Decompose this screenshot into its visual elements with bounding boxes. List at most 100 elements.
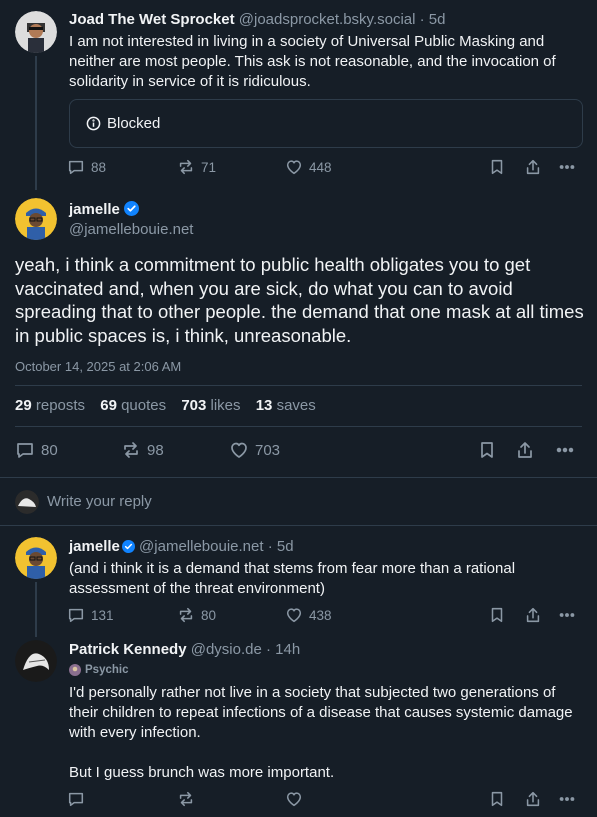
more-icon: [556, 447, 574, 453]
like-icon: [286, 160, 302, 175]
reply-button[interactable]: 80: [15, 440, 58, 460]
saves-stat[interactable]: 13 saves: [256, 397, 316, 414]
reply-button[interactable]: [67, 790, 91, 808]
like-button[interactable]: 703: [229, 440, 280, 460]
author-name[interactable]: jamelle: [69, 538, 120, 555]
label-badge[interactable]: Psychic: [69, 664, 128, 676]
reply-count: 80: [41, 441, 58, 459]
reply-2-header: Patrick Kennedy @dysio.de · 14h: [69, 641, 300, 658]
share-icon: [526, 159, 540, 175]
parent-post-header: Joad The Wet Sprocket @joadsprocket.bsky…: [69, 11, 446, 28]
post-time[interactable]: · 5d: [268, 538, 294, 555]
reply-button[interactable]: 88: [67, 158, 106, 176]
avatar-patrick[interactable]: [15, 640, 57, 682]
bookmark-icon: [491, 607, 503, 623]
reply-1-actions: 131 80 438: [67, 606, 583, 628]
like-count: 448: [309, 159, 332, 175]
label-text: Psychic: [85, 664, 129, 676]
repost-count: 98: [147, 441, 164, 459]
like-icon: [231, 442, 247, 458]
repost-icon: [179, 607, 193, 623]
likes-stat[interactable]: 703 likes: [181, 397, 240, 414]
like-icon: [286, 792, 302, 807]
divider: [0, 525, 597, 526]
more-button[interactable]: [558, 606, 576, 624]
author-handle[interactable]: @jamellebouie.net: [139, 538, 263, 555]
bookmark-button[interactable]: [488, 158, 506, 176]
thread-line: [35, 56, 37, 190]
verified-badge-icon[interactable]: [123, 201, 139, 216]
reply-composer[interactable]: Write your reply: [0, 478, 597, 525]
main-post-text: yeah, i think a commitment to public hea…: [15, 254, 584, 346]
main-post-author: jamelle: [69, 201, 139, 218]
more-button[interactable]: [558, 158, 576, 176]
author-handle[interactable]: @dysio.de: [191, 641, 262, 658]
thread-line: [35, 582, 37, 637]
share-button[interactable]: [515, 440, 535, 460]
parent-post-actions: 88 71 448: [67, 158, 583, 180]
like-button[interactable]: 448: [285, 158, 332, 176]
reply-1-header: jamelle @jamellebouie.net · 5d: [69, 538, 294, 555]
post-time[interactable]: · 14h: [266, 641, 300, 658]
repost-button[interactable]: 80: [177, 606, 216, 624]
main-post-timestamp[interactable]: October 14, 2025 at 2:06 AM: [15, 359, 181, 374]
reply-icon: [68, 160, 84, 175]
reply-input-placeholder[interactable]: Write your reply: [47, 493, 152, 510]
bookmark-icon: [491, 159, 503, 175]
like-button[interactable]: [285, 790, 309, 808]
more-icon: [559, 165, 575, 169]
reply-2-text: I'd personally rather not live in a soci…: [69, 684, 573, 781]
more-icon: [559, 613, 575, 617]
main-post-stats: 29 reposts 69 quotes 703 likes 13 saves: [15, 397, 316, 414]
share-button[interactable]: [524, 158, 542, 176]
author-handle[interactable]: @joadsprocket.bsky.social: [239, 11, 416, 28]
reply-count: 131: [91, 607, 114, 623]
parent-post-text: I am not interested in living in a socie…: [69, 33, 556, 90]
repost-button[interactable]: 98: [121, 440, 164, 460]
bookmark-icon: [481, 442, 493, 458]
reply-1-text: (and i think it is a demand that stems f…: [69, 560, 516, 597]
repost-count: 71: [201, 159, 217, 175]
divider: [15, 385, 582, 386]
share-button[interactable]: [524, 606, 542, 624]
like-button[interactable]: 438: [285, 606, 332, 624]
more-button[interactable]: [558, 790, 576, 808]
blocked-label: Blocked: [107, 115, 161, 132]
repost-button[interactable]: 71: [177, 158, 216, 176]
share-icon: [518, 442, 532, 458]
repost-icon: [179, 159, 193, 175]
author-name[interactable]: jamelle: [69, 201, 120, 218]
avatar-joad[interactable]: [15, 11, 57, 53]
avatar-jamelle[interactable]: [15, 537, 57, 579]
share-icon: [526, 607, 540, 623]
label-avatar-icon: [69, 664, 81, 676]
info-icon: [86, 116, 101, 131]
bookmark-icon: [491, 791, 503, 807]
like-count: 703: [255, 441, 281, 459]
verified-badge-icon[interactable]: [121, 540, 135, 553]
repost-button[interactable]: [177, 790, 201, 808]
post-time[interactable]: · 5d: [420, 11, 446, 28]
share-button[interactable]: [524, 790, 542, 808]
bookmark-button[interactable]: [488, 790, 506, 808]
more-icon: [559, 797, 575, 801]
repost-icon: [179, 791, 193, 807]
reply-2-actions: [67, 790, 583, 812]
bookmark-button[interactable]: [488, 606, 506, 624]
author-name[interactable]: Joad The Wet Sprocket: [69, 11, 235, 28]
more-button[interactable]: [555, 440, 575, 460]
author-name[interactable]: Patrick Kennedy: [69, 641, 187, 658]
own-avatar: [15, 490, 39, 514]
main-post-handle[interactable]: @jamellebouie.net: [69, 221, 193, 238]
like-icon: [286, 608, 302, 623]
quotes-stat[interactable]: 69 quotes: [100, 397, 166, 414]
avatar-jamelle[interactable]: [15, 198, 57, 240]
reposts-stat[interactable]: 29 reposts: [15, 397, 85, 414]
repost-icon: [124, 442, 138, 458]
reply-icon: [68, 608, 84, 623]
reply-button[interactable]: 131: [67, 606, 114, 624]
reply-icon: [68, 792, 84, 807]
bookmark-button[interactable]: [477, 440, 497, 460]
like-count: 438: [309, 607, 332, 623]
repost-count: 80: [201, 607, 217, 623]
